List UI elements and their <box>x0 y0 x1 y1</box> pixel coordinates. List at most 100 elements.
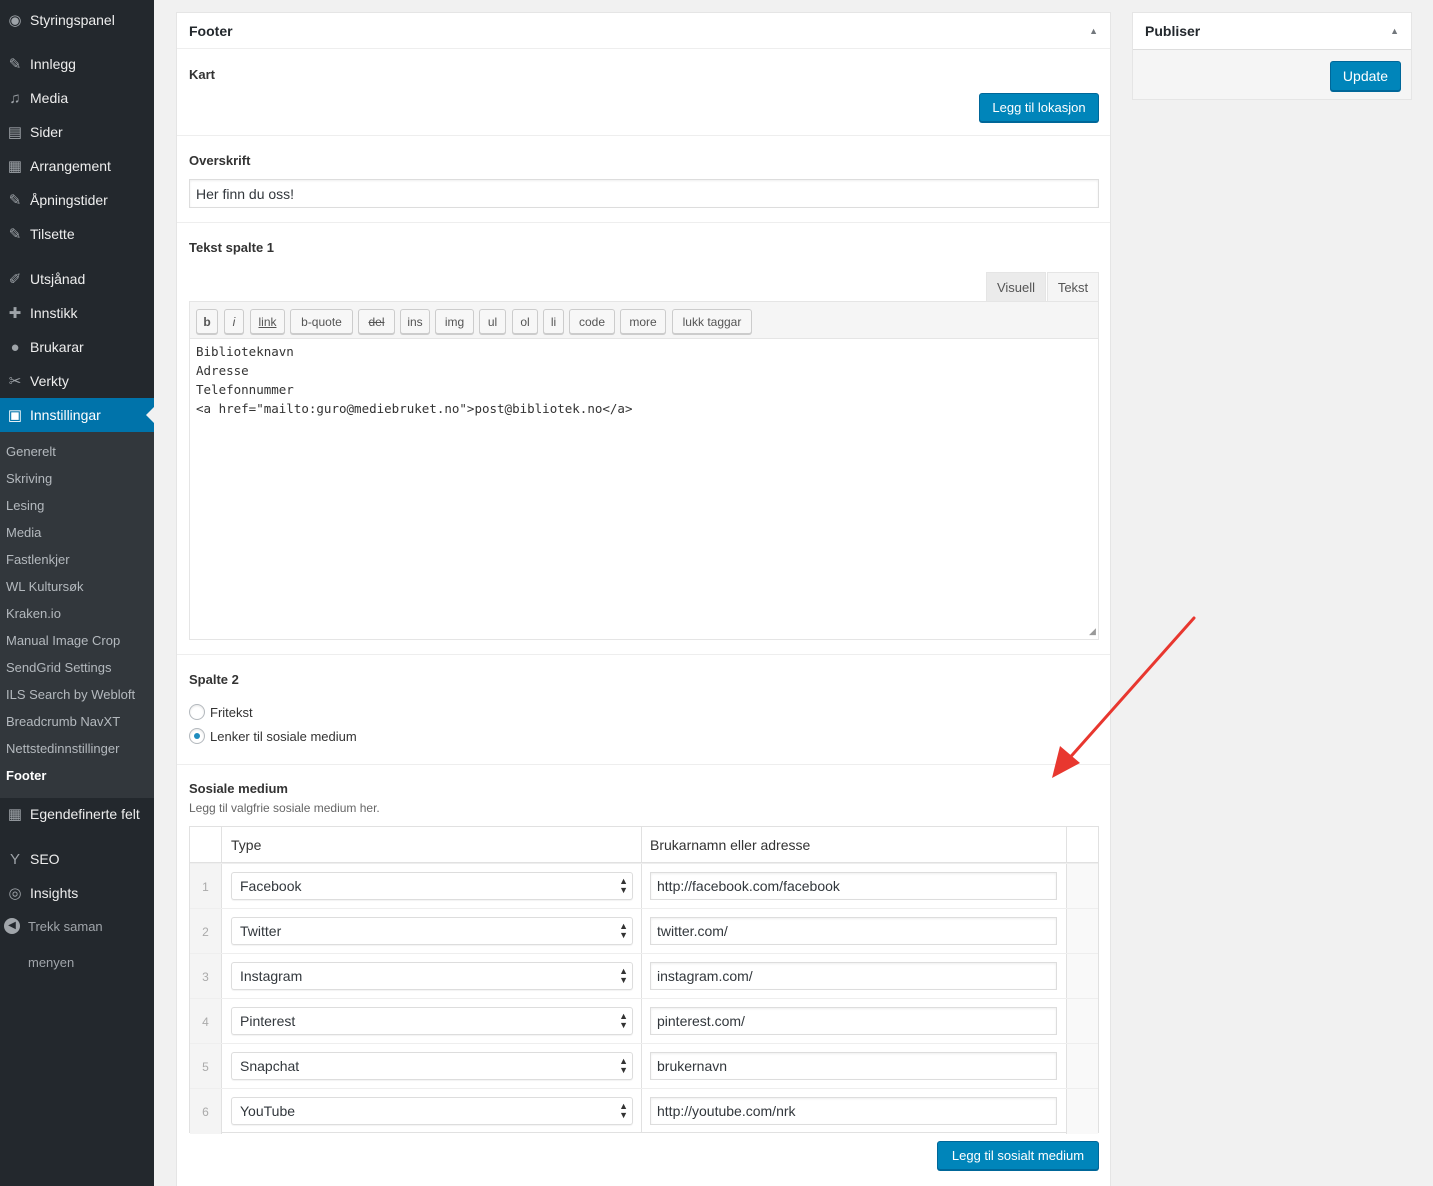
address-input[interactable]: instagram.com/ <box>650 962 1057 990</box>
submenu-item[interactable]: Nettstedinnstillinger <box>6 739 119 759</box>
insights-icon: ◎ <box>8 885 22 902</box>
metabox-header[interactable]: Footer ▲ <box>177 13 1110 49</box>
appearance-icon: ✐ <box>8 271 22 288</box>
type-select[interactable]: Twitter ▲ ▼ <box>231 917 633 945</box>
quicktag-i-button[interactable]: i <box>224 309 244 334</box>
sidebar-item-sider[interactable]: ▤ Sider <box>0 115 154 149</box>
sidebar-item-egendefinerte-felt[interactable]: ▦ Egendefinerte felt <box>0 797 154 831</box>
quicktag-ol-button[interactable]: ol <box>512 309 538 334</box>
collapse-toggle-icon[interactable]: ▲ <box>1390 26 1399 36</box>
heading-input[interactable]: Her finn du oss! <box>189 179 1099 208</box>
sidebar-item-innstillingar[interactable]: ▣ Innstillingar <box>0 398 154 432</box>
submenu-item[interactable]: Lesing <box>6 496 44 516</box>
table-header: Type Brukarnamn eller adresse <box>190 827 1098 1133</box>
quicktag-del-button[interactable]: del <box>358 309 395 334</box>
submenu-item[interactable]: Manual Image Crop <box>6 631 120 651</box>
row-actions-cell[interactable] <box>1066 909 1098 954</box>
settings-submenu: Generelt Skriving Lesing Media Fastlenkjer WL… <box>0 432 154 798</box>
row-actions-cell[interactable] <box>1066 1089 1098 1134</box>
submenu-item[interactable]: Kraken.io <box>6 604 61 624</box>
row-number[interactable]: 1 <box>190 864 222 909</box>
table-row: 5 Snapchat ▲ ▼ brukernavn <box>190 1043 1098 1089</box>
sidebar-item-innlegg[interactable]: ✎ Innlegg <box>0 47 154 81</box>
address-input[interactable]: pinterest.com/ <box>650 1007 1057 1035</box>
text-editor[interactable]: Biblioteknavn Adresse Telefonnummer <a h… <box>189 338 1099 640</box>
address-input[interactable]: http://youtube.com/nrk <box>650 1097 1057 1125</box>
row-actions-cell[interactable] <box>1066 1044 1098 1089</box>
address-input[interactable]: twitter.com/ <box>650 917 1057 945</box>
submenu-item[interactable]: Breadcrumb NavXT <box>6 712 120 732</box>
quicktag-img-button[interactable]: img <box>435 309 474 334</box>
type-select[interactable]: Snapchat ▲ ▼ <box>231 1052 633 1080</box>
sidebar-item-verkty[interactable]: ✂ Verkty <box>0 364 154 398</box>
quicktag-ins-button[interactable]: ins <box>400 309 430 334</box>
sidebar-item-media[interactable]: ♫ Media <box>0 81 154 115</box>
submenu-item[interactable]: Generelt <box>6 442 56 462</box>
type-select-value: Snapchat <box>240 1058 300 1074</box>
column-2-label: Spalte 2 <box>189 672 239 687</box>
header-num-cell <box>190 827 222 863</box>
tab-visual[interactable]: Visuell <box>986 272 1046 301</box>
sidebar-item-arrangement[interactable]: ▦ Arrangement <box>0 149 154 183</box>
publish-header[interactable]: Publiser ▲ <box>1133 13 1411 49</box>
type-select[interactable]: Pinterest ▲ ▼ <box>231 1007 633 1035</box>
submenu-item[interactable]: Media <box>6 523 41 543</box>
sidebar-item-åpningstider[interactable]: ✎ Åpningstider <box>0 183 154 217</box>
quicktag-li-button[interactable]: li <box>543 309 564 334</box>
select-updown-icon: ▲ ▼ <box>619 966 628 985</box>
radio-fritekst[interactable]: Fritekst <box>189 704 253 720</box>
sidebar-item-innstikk[interactable]: ✚ Innstikk <box>0 296 154 330</box>
quicktag-b-quote-button[interactable]: b-quote <box>290 309 353 334</box>
row-actions-cell[interactable] <box>1066 864 1098 909</box>
sidebar-item-utsjånad[interactable]: ✐ Utsjånad <box>0 262 154 296</box>
radio-label: Lenker til sosiale medium <box>210 728 357 744</box>
submenu-item[interactable]: SendGrid Settings <box>6 658 112 678</box>
quicktag-code-button[interactable]: code <box>569 309 615 334</box>
seo-icon: Y <box>9 850 20 868</box>
sidebar-item-label: Utsjånad <box>30 271 86 287</box>
radio-button[interactable] <box>189 704 205 720</box>
table-row: 4 Pinterest ▲ ▼ pinterest.com/ <box>190 998 1098 1044</box>
quicktag-ul-button[interactable]: ul <box>479 309 506 334</box>
row-number[interactable]: 2 <box>190 909 222 954</box>
row-actions-cell[interactable] <box>1066 999 1098 1044</box>
type-select[interactable]: Instagram ▲ ▼ <box>231 962 633 990</box>
submenu-item[interactable]: WL Kultursøk <box>6 577 84 597</box>
sidebar-item-brukarar[interactable]: ● Brukarar <box>0 330 154 364</box>
submenu-item[interactable]: ILS Search by Webloft <box>6 685 135 705</box>
sidebar-item-seo[interactable]: Y SEO <box>0 842 154 876</box>
update-button[interactable]: Update <box>1330 61 1401 91</box>
collapse-menu-button[interactable]: ◀ Trekk saman <box>4 918 103 934</box>
row-number[interactable]: 4 <box>190 999 222 1044</box>
select-updown-icon: ▲ ▼ <box>619 1056 628 1075</box>
sidebar-item-tilsette[interactable]: ✎ Tilsette <box>0 217 154 251</box>
quicktag-b-button[interactable]: b <box>196 309 218 334</box>
type-select[interactable]: YouTube ▲ ▼ <box>231 1097 633 1125</box>
radio-social-links[interactable]: Lenker til sosiale medium <box>189 728 357 744</box>
address-input[interactable]: http://facebook.com/facebook <box>650 872 1057 900</box>
submenu-item[interactable]: Footer <box>6 766 46 786</box>
row-number[interactable]: 3 <box>190 954 222 999</box>
row-number[interactable]: 6 <box>190 1089 222 1134</box>
add-location-button[interactable]: Legg til lokasjon <box>979 93 1099 122</box>
add-social-media-button[interactable]: Legg til sosialt medium <box>937 1141 1099 1170</box>
submenu-item[interactable]: Skriving <box>6 469 52 489</box>
collapse-label-2: menyen <box>28 955 75 970</box>
quicktag-lukk-taggar-button[interactable]: lukk taggar <box>672 309 752 334</box>
text-column-1-field: Tekst spalte 1 Visuell Tekst b i link b-quo… <box>177 223 1110 655</box>
select-updown-icon: ▲ ▼ <box>619 921 628 940</box>
sidebar-item-insights[interactable]: ◎ Insights <box>0 876 154 910</box>
radio-button-checked[interactable] <box>189 728 205 744</box>
sidebar-item-styringspanel[interactable]: ◉ Styringspanel <box>0 3 154 37</box>
address-input[interactable]: brukernavn <box>650 1052 1057 1080</box>
header-address: Brukarnamn eller adresse <box>650 837 811 853</box>
collapse-toggle-icon[interactable]: ▲ <box>1089 26 1098 36</box>
submenu-item[interactable]: Fastlenkjer <box>6 550 70 570</box>
sidebar-item-label: Innstillingar <box>30 407 101 423</box>
row-number[interactable]: 5 <box>190 1044 222 1089</box>
quicktag-more-button[interactable]: more <box>620 309 666 334</box>
type-select[interactable]: Facebook ▲ ▼ <box>231 872 633 900</box>
tab-text[interactable]: Tekst <box>1047 272 1099 301</box>
quicktag-link-button[interactable]: link <box>250 309 285 334</box>
row-actions-cell[interactable] <box>1066 954 1098 999</box>
